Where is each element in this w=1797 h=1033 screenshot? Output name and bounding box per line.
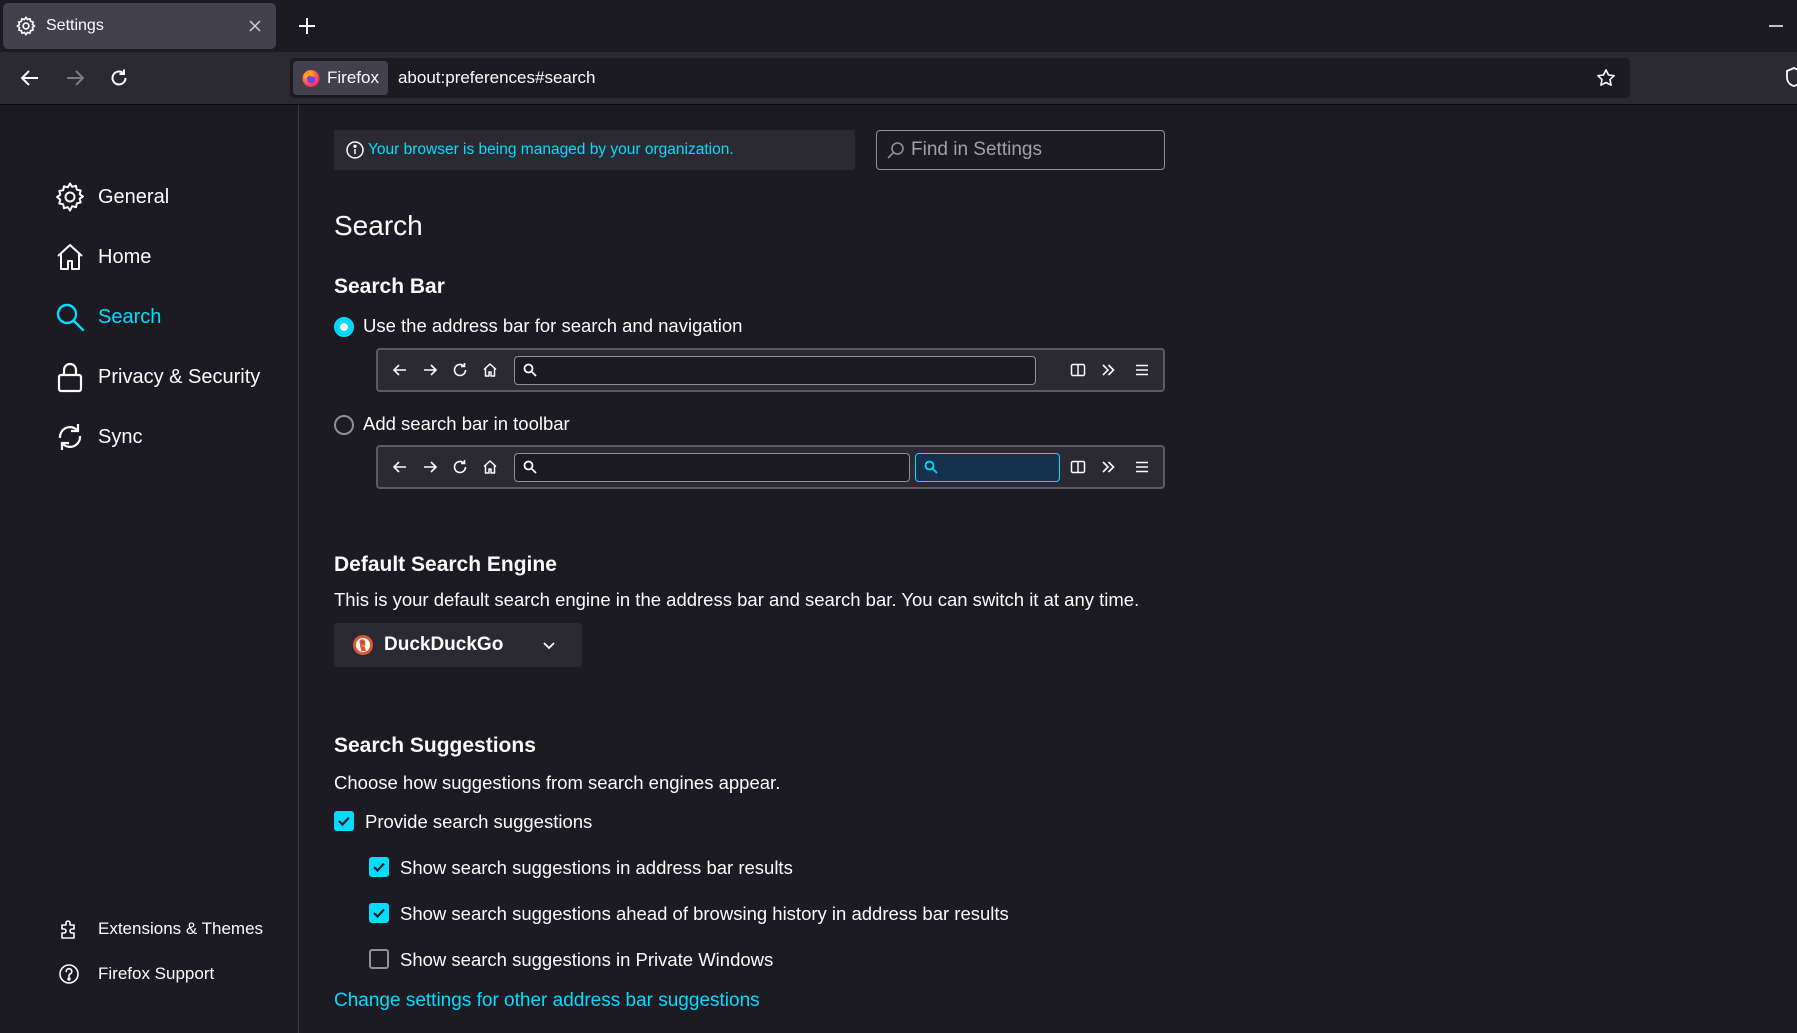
gear-icon	[54, 181, 86, 213]
default-engine-heading: Default Search Engine	[334, 553, 557, 576]
menu-icon	[1132, 457, 1152, 477]
extensions-themes-link[interactable]: Extensions & Themes	[58, 914, 263, 944]
lock-icon	[54, 361, 86, 393]
search-bar-heading: Search Bar	[334, 275, 445, 298]
help-icon	[58, 963, 80, 985]
duckduckgo-icon	[353, 635, 373, 655]
category-sync[interactable]: Sync	[54, 415, 142, 459]
find-in-settings-input[interactable]	[911, 139, 1151, 161]
address-bar-preview	[376, 348, 1165, 392]
checkmark-icon	[373, 862, 385, 873]
reload-icon	[450, 457, 470, 477]
tab-strip: Settings	[0, 0, 1797, 52]
provide-suggestions-label[interactable]: Provide search suggestions	[365, 811, 592, 833]
overflow-chevron-icon	[1098, 457, 1118, 477]
checkmark-icon	[373, 908, 385, 919]
forward-arrow-icon	[420, 457, 440, 477]
preview-url-field	[514, 356, 1036, 385]
sidebar-icon	[1068, 360, 1088, 380]
minimize-button[interactable]	[1763, 12, 1789, 40]
search-icon	[54, 301, 86, 333]
page-title: Search	[334, 210, 423, 241]
settings-main: Your browser is being managed by your or…	[300, 105, 1797, 1033]
default-engine-description: This is your default search engine in th…	[334, 589, 1140, 610]
firefox-support-link[interactable]: Firefox Support	[58, 959, 214, 989]
radio-address-bar-label[interactable]: Use the address bar for search and navig…	[363, 315, 742, 337]
toolbar-search-preview	[376, 445, 1165, 489]
search-suggestions-heading: Search Suggestions	[334, 734, 536, 757]
info-icon	[345, 140, 365, 160]
bookmark-star-icon[interactable]	[1592, 64, 1620, 92]
new-tab-button[interactable]	[293, 12, 321, 40]
home-icon	[480, 457, 500, 477]
forward-button[interactable]	[57, 60, 93, 96]
policy-notice[interactable]: Your browser is being managed by your or…	[334, 130, 855, 170]
change-address-bar-suggestions-link[interactable]: Change settings for other address bar su…	[334, 990, 760, 1012]
firefox-logo-icon	[302, 70, 320, 87]
forward-arrow-icon	[420, 360, 440, 380]
close-icon[interactable]	[244, 15, 266, 37]
search-icon	[924, 460, 939, 475]
default-engine-dropdown[interactable]: DuckDuckGo	[334, 623, 582, 667]
sidebar-icon	[1068, 457, 1088, 477]
home-icon	[480, 360, 500, 380]
category-label: Privacy & Security	[98, 365, 261, 388]
category-privacy-security[interactable]: Privacy & Security	[54, 355, 260, 399]
category-sidebar: General Home Search Privacy & Security S…	[0, 105, 299, 1033]
search-icon	[887, 141, 905, 159]
category-label: General	[98, 185, 170, 208]
category-label: Sync	[98, 425, 143, 448]
back-arrow-icon	[390, 457, 410, 477]
preview-url-field	[514, 453, 910, 482]
search-icon	[523, 460, 538, 475]
search-suggestions-description: Choose how suggestions from search engin…	[334, 772, 781, 793]
radio-address-bar[interactable]	[334, 317, 354, 337]
radio-toolbar-search-label[interactable]: Add search bar in toolbar	[363, 413, 570, 435]
default-engine-label: DuckDuckGo	[384, 634, 504, 655]
private-windows-checkbox[interactable]	[369, 949, 389, 969]
overflow-chevron-icon	[1098, 360, 1118, 380]
provide-suggestions-checkbox[interactable]	[334, 811, 354, 831]
back-arrow-icon	[20, 70, 38, 86]
chevron-down-icon	[540, 636, 558, 654]
sync-icon	[54, 421, 86, 453]
policy-notice-text[interactable]: Your browser is being managed by your or…	[368, 141, 734, 159]
search-icon	[523, 363, 538, 378]
extensions-themes-label: Extensions & Themes	[98, 919, 264, 938]
radio-toolbar-search[interactable]	[334, 415, 354, 435]
ahead-of-history-label[interactable]: Show search suggestions ahead of browsin…	[400, 903, 1009, 925]
back-arrow-icon	[390, 360, 410, 380]
navigation-toolbar: Firefox about:preferences#search	[0, 52, 1797, 105]
menu-icon	[1132, 360, 1152, 380]
firefox-support-label: Firefox Support	[98, 964, 215, 983]
ahead-of-history-checkbox[interactable]	[369, 903, 389, 923]
back-button[interactable]	[12, 60, 48, 96]
url-bar[interactable]: Firefox about:preferences#search	[290, 58, 1630, 98]
reload-button[interactable]	[101, 60, 137, 96]
url-text[interactable]: about:preferences#search	[398, 68, 1592, 88]
reload-icon	[111, 69, 127, 86]
category-label: Home	[98, 245, 152, 268]
category-general[interactable]: General	[54, 175, 169, 219]
private-windows-label[interactable]: Show search suggestions in Private Windo…	[400, 949, 773, 971]
preview-search-field	[915, 453, 1060, 482]
puzzle-icon	[58, 918, 80, 940]
find-in-settings[interactable]	[876, 130, 1165, 170]
address-bar-results-label[interactable]: Show search suggestions in address bar r…	[400, 857, 793, 879]
identity-label: Firefox	[327, 68, 379, 87]
checkmark-icon	[338, 816, 350, 827]
reload-icon	[450, 360, 470, 380]
address-bar-results-checkbox[interactable]	[369, 857, 389, 877]
identity-box[interactable]: Firefox	[293, 61, 388, 95]
tab-title: Settings	[46, 17, 104, 34]
gear-icon	[15, 15, 37, 37]
home-icon	[54, 241, 86, 273]
tab-settings[interactable]: Settings	[3, 3, 276, 49]
forward-arrow-icon	[67, 70, 85, 86]
category-home[interactable]: Home	[54, 235, 151, 279]
category-search[interactable]: Search	[54, 295, 161, 339]
category-label: Search	[98, 305, 162, 328]
shield-icon[interactable]	[1784, 66, 1797, 90]
